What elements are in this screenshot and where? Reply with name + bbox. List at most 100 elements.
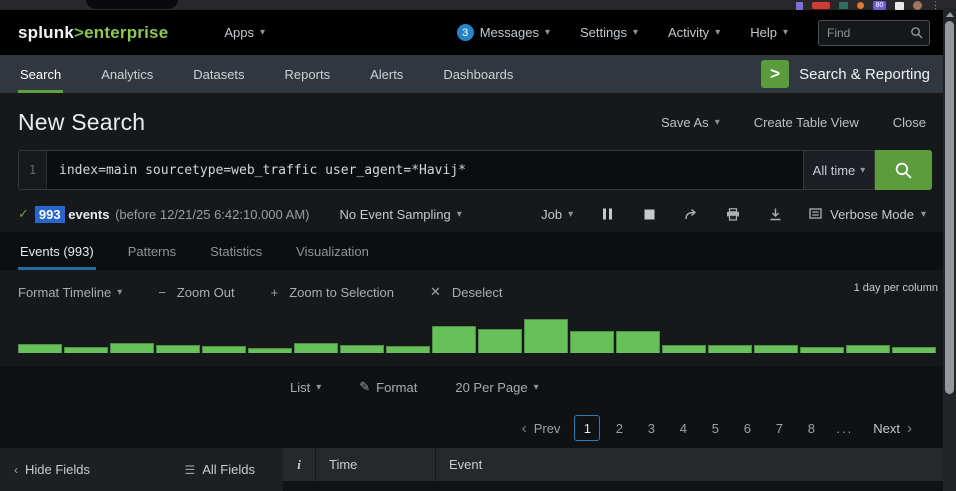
page-number-5[interactable]: 5 bbox=[702, 415, 728, 441]
search-query-text[interactable]: index=main sourcetype=web_traffic user_a… bbox=[47, 151, 803, 189]
hide-fields-button[interactable]: ‹ Hide Fields bbox=[14, 462, 90, 477]
app-nav-bar: Search Analytics Datasets Reports Alerts Dash… bbox=[0, 55, 956, 93]
format-results-button[interactable]: ✎ Format bbox=[359, 379, 417, 395]
find-searchbox[interactable] bbox=[818, 20, 930, 46]
share-icon bbox=[684, 208, 698, 221]
timeline-bar[interactable] bbox=[248, 348, 292, 353]
search-bar-row: 1 index=main sourcetype=web_traffic user… bbox=[0, 150, 956, 196]
timeline-bar[interactable] bbox=[294, 343, 338, 353]
timeline-bar[interactable] bbox=[386, 346, 430, 353]
browser-extension-icon[interactable] bbox=[857, 2, 864, 9]
messages-menu[interactable]: 3 Messages ▾ bbox=[457, 24, 550, 41]
deselect-button[interactable]: ✕ Deselect bbox=[430, 284, 502, 300]
pause-button[interactable] bbox=[599, 206, 615, 222]
timeline-bar[interactable] bbox=[662, 345, 706, 353]
chevron-left-icon: ‹ bbox=[14, 463, 18, 477]
stop-button[interactable] bbox=[641, 206, 657, 222]
job-menu[interactable]: Job ▾ bbox=[541, 207, 573, 222]
next-page-button[interactable]: Next › bbox=[873, 421, 912, 436]
time-range-picker[interactable]: All time ▾ bbox=[803, 150, 875, 190]
page-number-4[interactable]: 4 bbox=[670, 415, 696, 441]
nav-item-dashboards[interactable]: Dashboards bbox=[441, 55, 515, 93]
table-body-edge bbox=[283, 481, 956, 491]
timeline-bar[interactable] bbox=[64, 347, 108, 353]
activity-menu[interactable]: Activity ▾ bbox=[668, 25, 720, 40]
tab-events-993[interactable]: Events (993) bbox=[18, 232, 96, 270]
timeline-bar[interactable] bbox=[478, 329, 522, 353]
pagination: ‹ Prev 12345678 ... Next › bbox=[0, 408, 956, 448]
browser-extension-icon[interactable] bbox=[895, 2, 904, 10]
timeline-bar[interactable] bbox=[754, 345, 798, 353]
timeline-bar[interactable] bbox=[616, 331, 660, 353]
timeline-bar[interactable] bbox=[110, 343, 154, 353]
create-table-view-button[interactable]: Create Table View bbox=[754, 115, 859, 130]
browser-menu-icon[interactable]: ⋮ bbox=[931, 1, 940, 10]
nav-item-datasets[interactable]: Datasets bbox=[191, 55, 246, 93]
pause-icon bbox=[602, 208, 613, 220]
timeline-bar[interactable] bbox=[708, 345, 752, 353]
column-header-event: Event bbox=[436, 448, 956, 481]
find-input[interactable] bbox=[827, 26, 910, 40]
app-nav-items: Search Analytics Datasets Reports Alerts Dash… bbox=[18, 55, 551, 93]
vertical-scrollbar[interactable] bbox=[943, 8, 956, 491]
print-button[interactable] bbox=[725, 206, 741, 222]
timeline-bar[interactable] bbox=[524, 319, 568, 353]
event-sampling-menu[interactable]: No Event Sampling ▾ bbox=[339, 207, 461, 222]
timeline-bars[interactable] bbox=[18, 319, 936, 353]
timeline-bar[interactable] bbox=[892, 347, 936, 353]
tab-visualization[interactable]: Visualization bbox=[294, 232, 371, 270]
caret-down-icon: ▾ bbox=[715, 27, 720, 38]
timeline-bar[interactable] bbox=[156, 345, 200, 353]
apps-menu[interactable]: Apps ▾ bbox=[224, 25, 265, 40]
settings-menu[interactable]: Settings ▾ bbox=[580, 25, 638, 40]
timeline-bar[interactable] bbox=[570, 331, 614, 353]
help-menu[interactable]: Help ▾ bbox=[750, 25, 788, 40]
list-view-menu[interactable]: List ▾ bbox=[290, 380, 321, 395]
results-tabs: Events (993) Patterns Statistics Visualizat… bbox=[0, 232, 956, 270]
share-button[interactable] bbox=[683, 206, 699, 222]
nav-item-analytics[interactable]: Analytics bbox=[99, 55, 155, 93]
zoom-to-selection-button[interactable]: + Zoom to Selection bbox=[271, 285, 394, 300]
timeline-bar[interactable] bbox=[846, 345, 890, 353]
tab-statistics[interactable]: Statistics bbox=[208, 232, 264, 270]
zoom-out-button[interactable]: − Zoom Out bbox=[158, 285, 234, 300]
page-number-2[interactable]: 2 bbox=[606, 415, 632, 441]
page-number-3[interactable]: 3 bbox=[638, 415, 664, 441]
export-button[interactable] bbox=[767, 206, 783, 222]
nav-item-search[interactable]: Search bbox=[18, 55, 63, 93]
browser-extension-icon[interactable] bbox=[812, 2, 830, 9]
timeline-bar[interactable] bbox=[800, 347, 844, 353]
browser-extension-icon[interactable] bbox=[839, 2, 848, 9]
nav-item-alerts[interactable]: Alerts bbox=[368, 55, 405, 93]
all-fields-button[interactable]: ☰ All Fields bbox=[184, 462, 255, 477]
splunk-logo[interactable]: splunk>enterprise bbox=[18, 23, 168, 43]
caret-down-icon: ▾ bbox=[568, 209, 573, 220]
timeline-bar[interactable] bbox=[432, 326, 476, 353]
page-number-7[interactable]: 7 bbox=[766, 415, 792, 441]
chevron-left-icon: ‹ bbox=[522, 421, 527, 436]
browser-profile-avatar[interactable] bbox=[913, 1, 922, 10]
nav-item-reports[interactable]: Reports bbox=[283, 55, 333, 93]
close-button[interactable]: Close bbox=[893, 115, 926, 130]
per-page-menu[interactable]: 20 Per Page ▾ bbox=[455, 380, 538, 395]
timeline-bar[interactable] bbox=[202, 346, 246, 353]
tab-patterns[interactable]: Patterns bbox=[126, 232, 178, 270]
prev-page-button[interactable]: ‹ Prev bbox=[522, 421, 561, 436]
scroll-up-arrow-icon[interactable] bbox=[946, 12, 954, 17]
search-mode-menu[interactable]: Verbose Mode ▾ bbox=[809, 207, 926, 222]
browser-tab[interactable] bbox=[86, 0, 178, 9]
search-reporting-app-icon[interactable]: > bbox=[761, 60, 789, 88]
scrollbar-thumb[interactable] bbox=[945, 21, 954, 394]
format-timeline-menu[interactable]: Format Timeline ▾ bbox=[18, 285, 122, 300]
search-query-input[interactable]: 1 index=main sourcetype=web_traffic user… bbox=[18, 150, 803, 190]
browser-extension-icon[interactable] bbox=[796, 2, 803, 10]
page-number-8[interactable]: 8 bbox=[798, 415, 824, 441]
timeline-bar[interactable] bbox=[18, 344, 62, 353]
page-number-1[interactable]: 1 bbox=[574, 415, 600, 441]
extension-badge[interactable]: 80 bbox=[873, 1, 886, 10]
page-number-6[interactable]: 6 bbox=[734, 415, 760, 441]
verbose-mode-icon bbox=[809, 208, 823, 220]
search-button[interactable] bbox=[875, 150, 932, 190]
save-as-button[interactable]: Save As ▾ bbox=[661, 115, 720, 130]
timeline-bar[interactable] bbox=[340, 345, 384, 353]
